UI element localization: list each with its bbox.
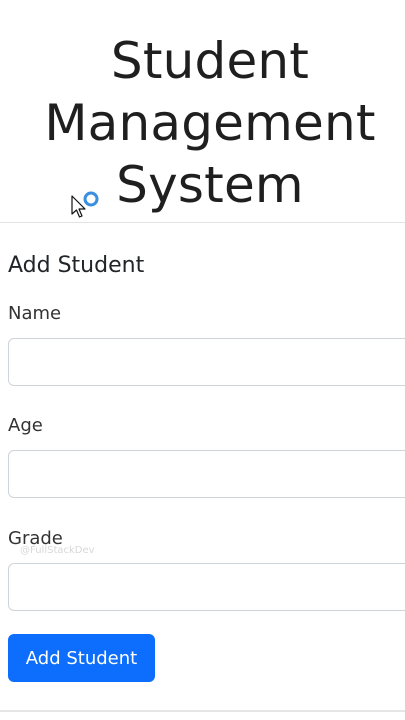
watermark-text: @FullStackDev: [20, 545, 95, 556]
page-title-line-1: Student: [110, 32, 310, 90]
add-student-button[interactable]: Add Student: [8, 634, 155, 682]
page-title: Student Management System: [0, 30, 405, 216]
age-input[interactable]: [8, 450, 405, 498]
add-student-form: Add Student Name Age Grade @FullStackDev…: [0, 223, 405, 708]
grade-input[interactable]: [8, 563, 405, 611]
page-title-line-3: System: [116, 156, 304, 214]
form-title: Add Student: [8, 253, 145, 278]
footer-divider: [0, 710, 405, 712]
name-input[interactable]: [8, 338, 405, 386]
busy-pointer-icon: [70, 190, 102, 224]
page-title-line-2: Management: [44, 94, 376, 152]
page: Student Management System Add Student Na…: [0, 0, 405, 720]
age-label: Age: [8, 415, 43, 436]
name-label: Name: [8, 303, 62, 324]
